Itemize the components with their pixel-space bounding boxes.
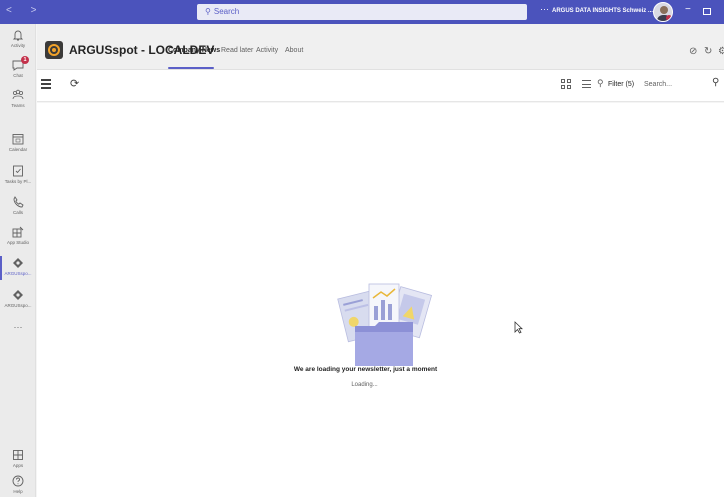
- bell-icon: [12, 30, 24, 41]
- rail-item-chat[interactable]: 1 Chat: [0, 56, 36, 86]
- teams-icon: [12, 89, 24, 100]
- more-options-button[interactable]: ···: [540, 4, 549, 14]
- reload-icon[interactable]: ↻: [704, 46, 712, 57]
- help-icon: [12, 475, 24, 487]
- rail-item-app-studio[interactable]: App Studio: [0, 223, 36, 253]
- grid-view-icon[interactable]: [561, 79, 571, 89]
- rail-item-calls[interactable]: Calls: [0, 193, 36, 223]
- app-rail: Activity 1 Chat Teams Calendar Tasks by …: [0, 24, 36, 497]
- phone-icon: [13, 196, 24, 208]
- refresh-icon[interactable]: ⟳: [70, 77, 79, 90]
- loading-status: Loading...: [351, 382, 378, 388]
- global-search-input[interactable]: ⚲ Search: [197, 4, 527, 20]
- main-content: We are loading your newsletter, just a m…: [37, 103, 724, 497]
- mouse-cursor-icon: [514, 321, 523, 334]
- toolbar: ⟳ ⚲ Filter (5) Search... ⚲: [37, 70, 724, 102]
- avatar[interactable]: [653, 2, 673, 22]
- search-icon[interactable]: ⚲: [712, 77, 719, 88]
- rail-item-teams[interactable]: Teams: [0, 86, 36, 116]
- chat-badge: 1: [21, 56, 29, 64]
- newsletter-loading-illustration: [337, 283, 433, 366]
- app-header: ARGUSspot - LOCALDEV Company News Read l…: [37, 24, 724, 70]
- more-apps-button[interactable]: ···: [0, 322, 36, 332]
- rail-item-help[interactable]: Help: [0, 472, 36, 497]
- argusspot-logo: [45, 41, 63, 59]
- tab-about[interactable]: About: [285, 47, 303, 54]
- maximize-button[interactable]: [703, 8, 711, 15]
- tab-activity[interactable]: Activity: [256, 47, 278, 54]
- rail-item-argusspot-active[interactable]: ARGUSspo...: [0, 254, 36, 284]
- filter-icon[interactable]: ⚲: [597, 78, 604, 89]
- argus-icon: [13, 290, 23, 300]
- rail-item-activity[interactable]: Activity: [0, 26, 36, 56]
- news-search-input[interactable]: Search...: [644, 81, 672, 88]
- tab-company-news[interactable]: Company News: [168, 47, 220, 54]
- organization-name[interactable]: ARGUS DATA INSIGHTS Schweiz ...: [552, 8, 653, 14]
- active-tab-indicator: [168, 67, 214, 69]
- title-bar: < > ⚲ Search ··· ARGUS DATA INSIGHTS Schw…: [0, 0, 724, 24]
- settings-icon[interactable]: ⚙: [718, 46, 724, 57]
- loading-message: We are loading your newsletter, just a m…: [293, 366, 438, 373]
- list-view-icon[interactable]: [582, 80, 591, 91]
- apps-icon: [13, 450, 23, 460]
- global-search-placeholder: Search: [213, 7, 240, 16]
- search-icon: ⚲: [205, 7, 211, 16]
- tasks-icon: [13, 165, 23, 177]
- rail-item-calendar[interactable]: Calendar: [0, 130, 36, 160]
- nav-arrows[interactable]: < >: [6, 5, 44, 16]
- minimize-button[interactable]: −: [685, 4, 691, 15]
- status-dot: [666, 15, 672, 21]
- menu-icon[interactable]: [41, 79, 51, 91]
- filter-button[interactable]: Filter (5): [608, 81, 634, 88]
- rail-item-tasks[interactable]: Tasks by Pl...: [0, 162, 36, 192]
- app-studio-icon: [12, 226, 24, 238]
- tab-read-later[interactable]: Read later: [221, 47, 253, 54]
- popout-icon[interactable]: ⊘: [689, 46, 697, 57]
- rail-item-argusspot[interactable]: ARGUSspo...: [0, 286, 36, 316]
- argus-icon: [13, 258, 23, 268]
- calendar-icon: [12, 134, 24, 145]
